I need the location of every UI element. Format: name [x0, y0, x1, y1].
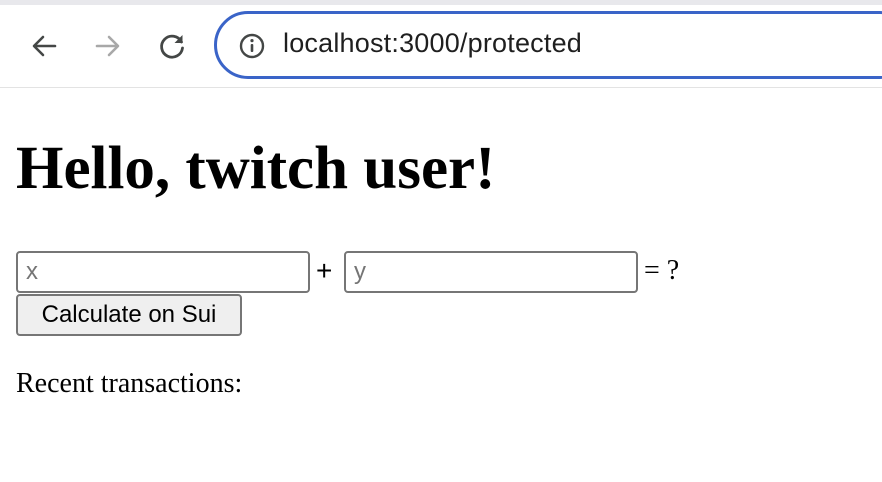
calculator-row: + = ? — [16, 251, 876, 293]
equals-result: = ? — [644, 255, 680, 286]
calculate-button[interactable]: Calculate on Sui — [16, 294, 242, 336]
forward-button[interactable] — [90, 28, 126, 64]
y-input[interactable] — [344, 251, 638, 293]
browser-toolbar: localhost:3000/protected — [0, 0, 882, 88]
page-title: Hello, twitch user! — [16, 135, 496, 202]
plus-sign: + — [316, 255, 333, 286]
info-icon[interactable] — [239, 33, 265, 59]
url-text[interactable]: localhost:3000/protected — [283, 28, 582, 59]
arrow-left-icon — [32, 35, 57, 57]
recent-transactions-label: Recent transactions: — [16, 368, 243, 399]
arrow-right-icon — [95, 35, 120, 57]
x-input[interactable] — [16, 251, 310, 293]
reload-icon — [160, 34, 184, 59]
back-button[interactable] — [26, 28, 62, 64]
address-bar[interactable]: localhost:3000/protected — [214, 11, 882, 79]
tab-strip-edge — [0, 0, 882, 5]
reload-button[interactable] — [154, 28, 190, 64]
